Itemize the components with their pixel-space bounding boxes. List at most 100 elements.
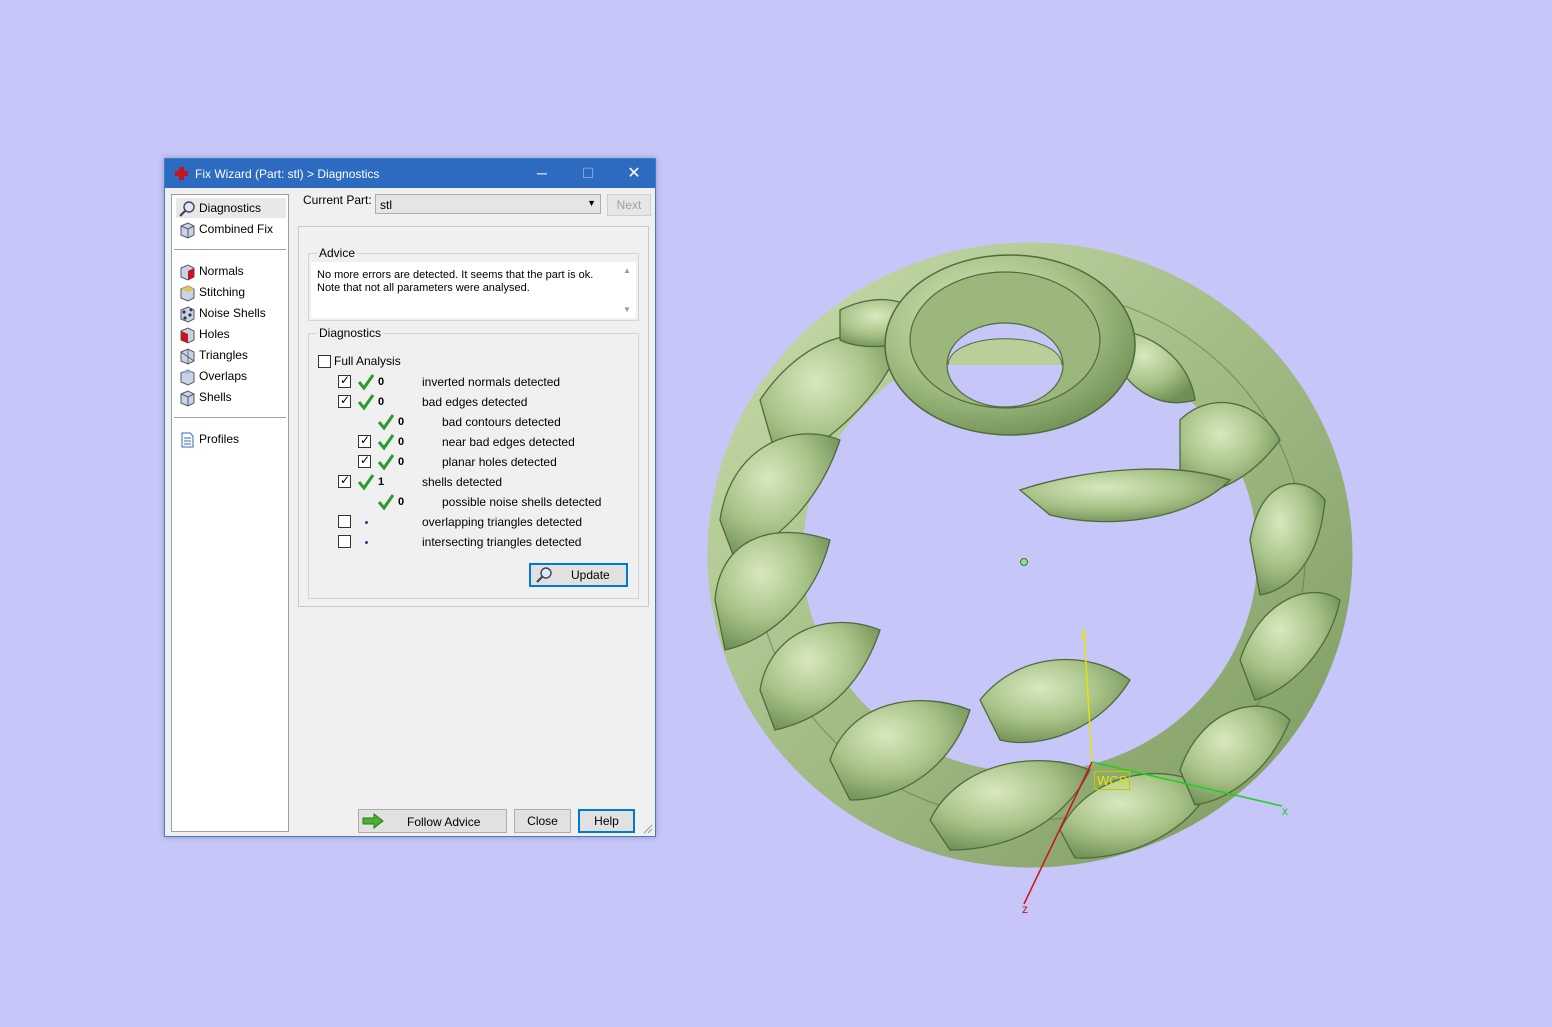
sidebar-divider	[174, 249, 286, 250]
advice-text: No more errors are detected. It seems th…	[317, 269, 594, 294]
ok-check-icon	[377, 434, 395, 451]
sidebar-item-label: Stitching	[199, 285, 246, 299]
ok-check-icon	[357, 394, 375, 411]
overlaps-cube-icon	[180, 369, 195, 386]
inverted-normals-label: inverted normals detected	[422, 375, 561, 389]
intersecting-triangles-checkbox[interactable]	[338, 535, 351, 548]
sidebar-item-label: Diagnostics	[199, 201, 262, 215]
bad-contours-label: bad contours detected	[442, 415, 561, 429]
minimize-button[interactable]: ─	[519, 159, 565, 188]
full-analysis-checkbox[interactable]	[318, 355, 331, 368]
sidebar-item-triangles[interactable]: Triangles	[176, 345, 286, 365]
advice-group: Advice No more errors are detected. It s…	[308, 246, 639, 321]
current-part-label: Current Part:	[303, 193, 372, 207]
scroll-down-icon[interactable]: ▼	[623, 305, 631, 314]
sidebar-item-label: Noise Shells	[199, 306, 266, 320]
sidebar-item-normals[interactable]: Normals	[176, 261, 286, 281]
noise-shells-count: 0	[398, 496, 405, 508]
title-bar[interactable]: Fix Wizard (Part: stl) > Diagnostics ─ ☐…	[165, 159, 655, 188]
magnifier-icon	[536, 567, 552, 583]
chain-ring-model[interactable]	[707, 242, 1353, 868]
shells-checkbox[interactable]: ✓	[338, 473, 351, 488]
magnifier-icon	[179, 201, 195, 217]
next-button[interactable]: Next	[607, 194, 651, 216]
current-part-value: stl	[380, 198, 392, 212]
noise-shells-label: possible noise shells detected	[442, 495, 602, 509]
current-part-select[interactable]: stl ▼	[375, 194, 601, 214]
ok-check-icon	[357, 474, 375, 491]
sidebar-item-label: Profiles	[199, 432, 240, 446]
near-bad-edges-count: 0	[398, 436, 405, 448]
sidebar-item-label: Shells	[199, 390, 232, 404]
resize-grip-icon[interactable]	[643, 824, 653, 834]
sidebar-item-profiles[interactable]: Profiles	[176, 429, 286, 449]
bad-edges-checkbox[interactable]: ✓	[338, 393, 351, 408]
sidebar-item-noise-shells[interactable]: Noise Shells	[176, 303, 286, 323]
advice-textbox[interactable]: No more errors are detected. It seems th…	[311, 262, 636, 318]
diagnostics-panel: Advice No more errors are detected. It s…	[298, 226, 649, 607]
sidebar-item-stitching[interactable]: Stitching	[176, 282, 286, 302]
holes-cube-icon	[180, 327, 195, 344]
planar-holes-label: planar holes detected	[442, 455, 557, 469]
intersecting-triangles-label: intersecting triangles detected	[422, 535, 582, 549]
sidebar-item-shells[interactable]: Shells	[176, 387, 286, 407]
fix-wizard-dialog: Fix Wizard (Part: stl) > Diagnostics ─ ☐…	[164, 158, 656, 837]
bad-edges-label: bad edges detected	[422, 395, 528, 409]
noise-shells-icon	[180, 306, 195, 323]
shells-cube-icon	[180, 390, 195, 407]
pending-dot-icon	[365, 521, 368, 524]
sidebar-item-overlaps[interactable]: Overlaps	[176, 366, 286, 386]
y-axis-label: y	[1080, 626, 1086, 640]
triangles-cube-icon	[180, 348, 195, 365]
ok-check-icon	[377, 414, 395, 431]
planar-holes-count: 0	[398, 456, 405, 468]
sidebar-item-combined-fix[interactable]: Combined Fix	[176, 219, 286, 239]
follow-advice-button[interactable]: Follow Advice	[358, 809, 507, 833]
scroll-up-icon[interactable]: ▲	[623, 266, 631, 275]
normals-cube-icon	[180, 264, 195, 281]
arrow-right-icon	[362, 813, 384, 829]
inverted-normals-count: 0	[378, 376, 385, 388]
advice-scrollbar[interactable]: ▲ ▼	[620, 262, 636, 318]
sidebar-item-label: Combined Fix	[199, 222, 274, 236]
shells-label: shells detected	[422, 475, 503, 489]
inverted-normals-checkbox[interactable]: ✓	[338, 373, 351, 388]
overlapping-triangles-label: overlapping triangles detected	[422, 515, 583, 529]
follow-advice-label: Follow Advice	[407, 815, 481, 829]
sidebar-item-label: Normals	[199, 264, 244, 278]
shells-count: 1	[378, 476, 385, 488]
ok-check-icon	[377, 454, 395, 471]
near-bad-edges-label: near bad edges detected	[442, 435, 575, 449]
x-axis-label: x	[1282, 804, 1288, 818]
update-label: Update	[571, 568, 610, 582]
advice-title: Advice	[317, 246, 358, 260]
document-icon	[181, 432, 194, 448]
pending-dot-icon	[365, 541, 368, 544]
help-button[interactable]: Help	[578, 809, 635, 833]
close-button[interactable]: Close	[514, 809, 571, 833]
fix-wizard-icon	[175, 167, 188, 180]
chevron-down-icon: ▼	[587, 198, 596, 208]
sidebar-item-label: Triangles	[199, 348, 248, 362]
bad-contours-count: 0	[398, 416, 405, 428]
wcs-label: WCS	[1094, 771, 1131, 790]
z-axis-label: z	[1022, 902, 1028, 916]
sidebar-item-label: Holes	[199, 327, 230, 341]
maximize-button[interactable]: ☐	[565, 159, 611, 188]
ok-check-icon	[377, 494, 395, 511]
sidebar-divider	[174, 417, 286, 418]
overlapping-triangles-checkbox[interactable]	[338, 515, 351, 528]
full-analysis-label: Full Analysis	[334, 354, 401, 368]
stitching-cube-icon	[180, 285, 195, 302]
sidebar-item-label: Overlaps	[199, 369, 248, 383]
sidebar-item-holes[interactable]: Holes	[176, 324, 286, 344]
bad-edges-count: 0	[378, 396, 385, 408]
dialog-title: Fix Wizard (Part: stl) > Diagnostics	[195, 167, 380, 181]
near-bad-edges-checkbox[interactable]: ✓	[358, 433, 371, 448]
sidebar-item-diagnostics[interactable]: Diagnostics	[176, 198, 286, 218]
ok-check-icon	[357, 374, 375, 391]
update-button[interactable]: Update	[529, 563, 628, 587]
wizard-sidebar: Diagnostics Combined Fix Normals Stitchi…	[171, 194, 289, 832]
planar-holes-checkbox[interactable]: ✓	[358, 453, 371, 468]
close-window-button[interactable]: ✕	[611, 159, 657, 188]
